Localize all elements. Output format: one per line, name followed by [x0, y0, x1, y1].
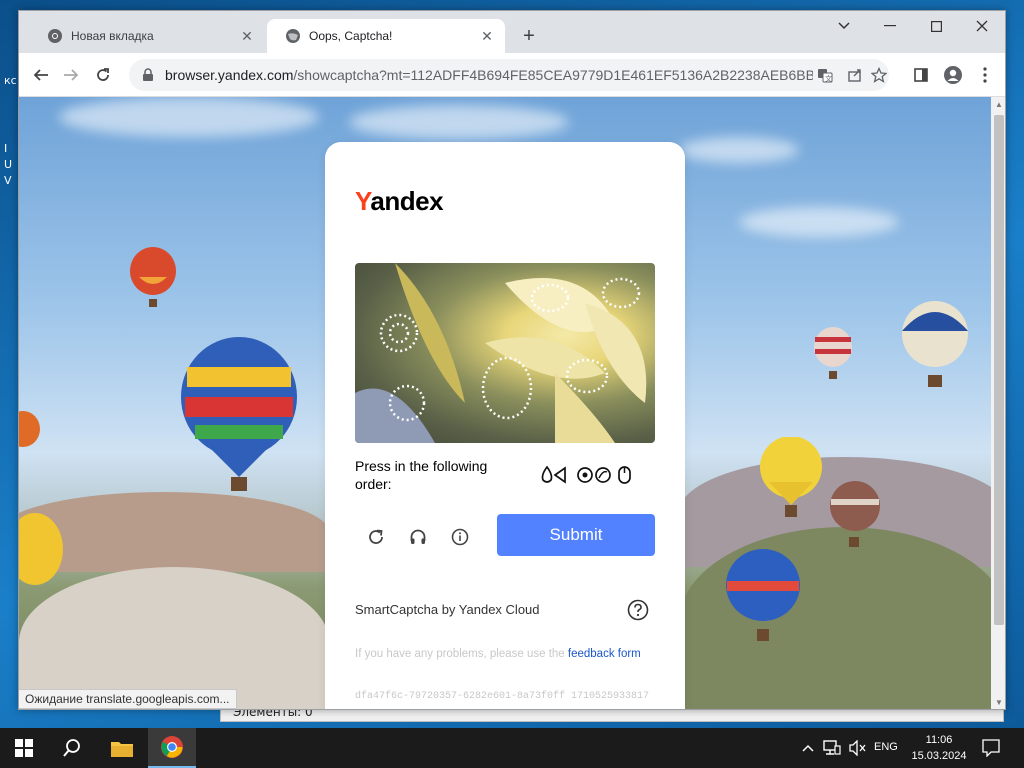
share-icon[interactable]: [845, 65, 865, 85]
submit-button[interactable]: Submit: [497, 514, 655, 556]
input-language[interactable]: ENG: [874, 741, 898, 753]
audio-button[interactable]: [405, 524, 431, 550]
maximize-button[interactable]: [913, 11, 959, 41]
close-tab-icon[interactable]: ✕: [479, 28, 495, 44]
desktop-text-fragment: U: [4, 158, 13, 171]
notifications-button[interactable]: [978, 728, 1004, 768]
chevron-down-icon: [838, 22, 850, 30]
order-icons: [541, 465, 631, 484]
page-viewport: Yandex Press in the following order: Sub…: [19, 97, 991, 709]
windows-logo-icon: [15, 739, 33, 757]
svg-text:文: 文: [825, 74, 832, 83]
feedback-form-link[interactable]: feedback form: [568, 648, 641, 660]
chevron-up-icon: [802, 744, 814, 752]
tab-captcha[interactable]: Oops, Captcha! ✕: [267, 19, 505, 53]
back-button[interactable]: [27, 61, 55, 89]
close-icon: [976, 20, 988, 32]
translate-icon[interactable]: 文: [815, 65, 835, 85]
minimize-button[interactable]: [867, 11, 913, 41]
tab-strip: Новая вкладка ✕ Oops, Captcha! ✕ +: [19, 11, 1005, 53]
reload-button[interactable]: [89, 61, 117, 89]
feedback-notice: If you have any problems, please use the…: [355, 648, 641, 660]
smartcaptcha-brand: SmartCaptcha by Yandex Cloud: [355, 602, 540, 617]
avatar-icon: [944, 66, 962, 84]
browser-toolbar: browser.yandex.com /showcaptcha?mt=112AD…: [19, 53, 1005, 97]
captcha-card: Yandex Press in the following order: Sub…: [325, 142, 685, 709]
lock-icon: [143, 68, 153, 81]
search-button[interactable]: [48, 728, 96, 768]
headphones-icon: [410, 529, 426, 544]
volume-tray-button[interactable]: [846, 728, 870, 768]
tab-label: Новая вкладка: [71, 29, 154, 43]
new-tab-button[interactable]: +: [517, 25, 541, 49]
network-tray-button[interactable]: [820, 728, 844, 768]
kebab-menu-icon: [983, 67, 987, 83]
taskbar-file-explorer[interactable]: [98, 728, 146, 768]
tab-label: Oops, Captcha!: [309, 29, 393, 43]
profile-button[interactable]: [939, 61, 967, 89]
desktop-text-fragment: I: [4, 142, 8, 155]
scroll-thumb[interactable]: [994, 115, 1004, 625]
tab-new-tab[interactable]: Новая вкладка ✕: [29, 19, 265, 53]
browser-window: Новая вкладка ✕ Oops, Captcha! ✕ + brows…: [18, 10, 1006, 710]
refresh-icon: [369, 529, 383, 544]
side-panel-icon: [914, 68, 928, 82]
captcha-image[interactable]: [355, 263, 655, 443]
scroll-down-icon[interactable]: ▼: [995, 699, 1003, 707]
tray-overflow-button[interactable]: [798, 728, 818, 768]
request-id: dfa47f6c-79720357-6282e601-8a73f0ff 1710…: [355, 691, 650, 702]
drop-icon: [541, 465, 553, 483]
notification-icon: [982, 739, 1000, 757]
minimize-icon: [884, 25, 896, 27]
taskbar-chrome[interactable]: [148, 728, 196, 768]
search-icon: [63, 739, 80, 757]
page-scrollbar[interactable]: ▲ ▼: [991, 97, 1005, 709]
help-icon[interactable]: [627, 599, 649, 621]
menu-button[interactable]: [971, 61, 999, 89]
side-panel-button[interactable]: [907, 61, 935, 89]
info-icon: [451, 528, 469, 546]
url-host: browser.yandex.com: [165, 67, 294, 83]
refresh-button[interactable]: [363, 524, 389, 550]
captcha-image-drawing: [355, 263, 647, 443]
taskbar-clock[interactable]: 11:06 15.03.2024: [906, 732, 972, 764]
url-path: /showcaptcha?mt=112ADFF4B694FE85CEA9779D…: [293, 67, 814, 83]
network-icon: [823, 740, 841, 755]
triangle-icon: [553, 466, 566, 484]
mouse-icon: [618, 466, 631, 484]
close-tab-icon[interactable]: ✕: [239, 28, 255, 44]
clock-date: 15.03.2024: [911, 750, 967, 762]
address-bar[interactable]: browser.yandex.com /showcaptcha?mt=112AD…: [129, 59, 889, 91]
reload-icon: [97, 68, 109, 81]
info-button[interactable]: [447, 524, 473, 550]
status-bubble: Ожидание translate.googleapis.com...: [19, 689, 237, 709]
taskbar: ENG 11:06 15.03.2024: [0, 728, 1024, 768]
chrome-icon: [161, 736, 183, 758]
start-button[interactable]: [0, 728, 48, 768]
globe-icon: [286, 29, 300, 43]
close-window-button[interactable]: [959, 11, 1005, 41]
maximize-icon: [930, 20, 942, 32]
captcha-instruction: Press in the following order:: [355, 458, 488, 492]
leaf-icon: [595, 467, 611, 483]
folder-icon: [111, 742, 133, 757]
volume-muted-icon: [849, 740, 866, 756]
clock-time: 11:06: [925, 734, 953, 746]
yandex-logo: Yandex: [355, 186, 444, 216]
desktop-text-fragment: кс: [4, 74, 17, 87]
tab-search-button[interactable]: [821, 11, 867, 41]
target-icon: [577, 467, 593, 483]
chrome-icon: [48, 29, 62, 43]
arrow-right-icon: [64, 69, 79, 81]
forward-button[interactable]: [57, 61, 85, 89]
desktop-text-fragment: V: [4, 174, 12, 187]
scroll-up-icon[interactable]: ▲: [995, 101, 1003, 109]
arrow-left-icon: [33, 69, 48, 81]
bookmark-star-icon[interactable]: [869, 65, 889, 85]
